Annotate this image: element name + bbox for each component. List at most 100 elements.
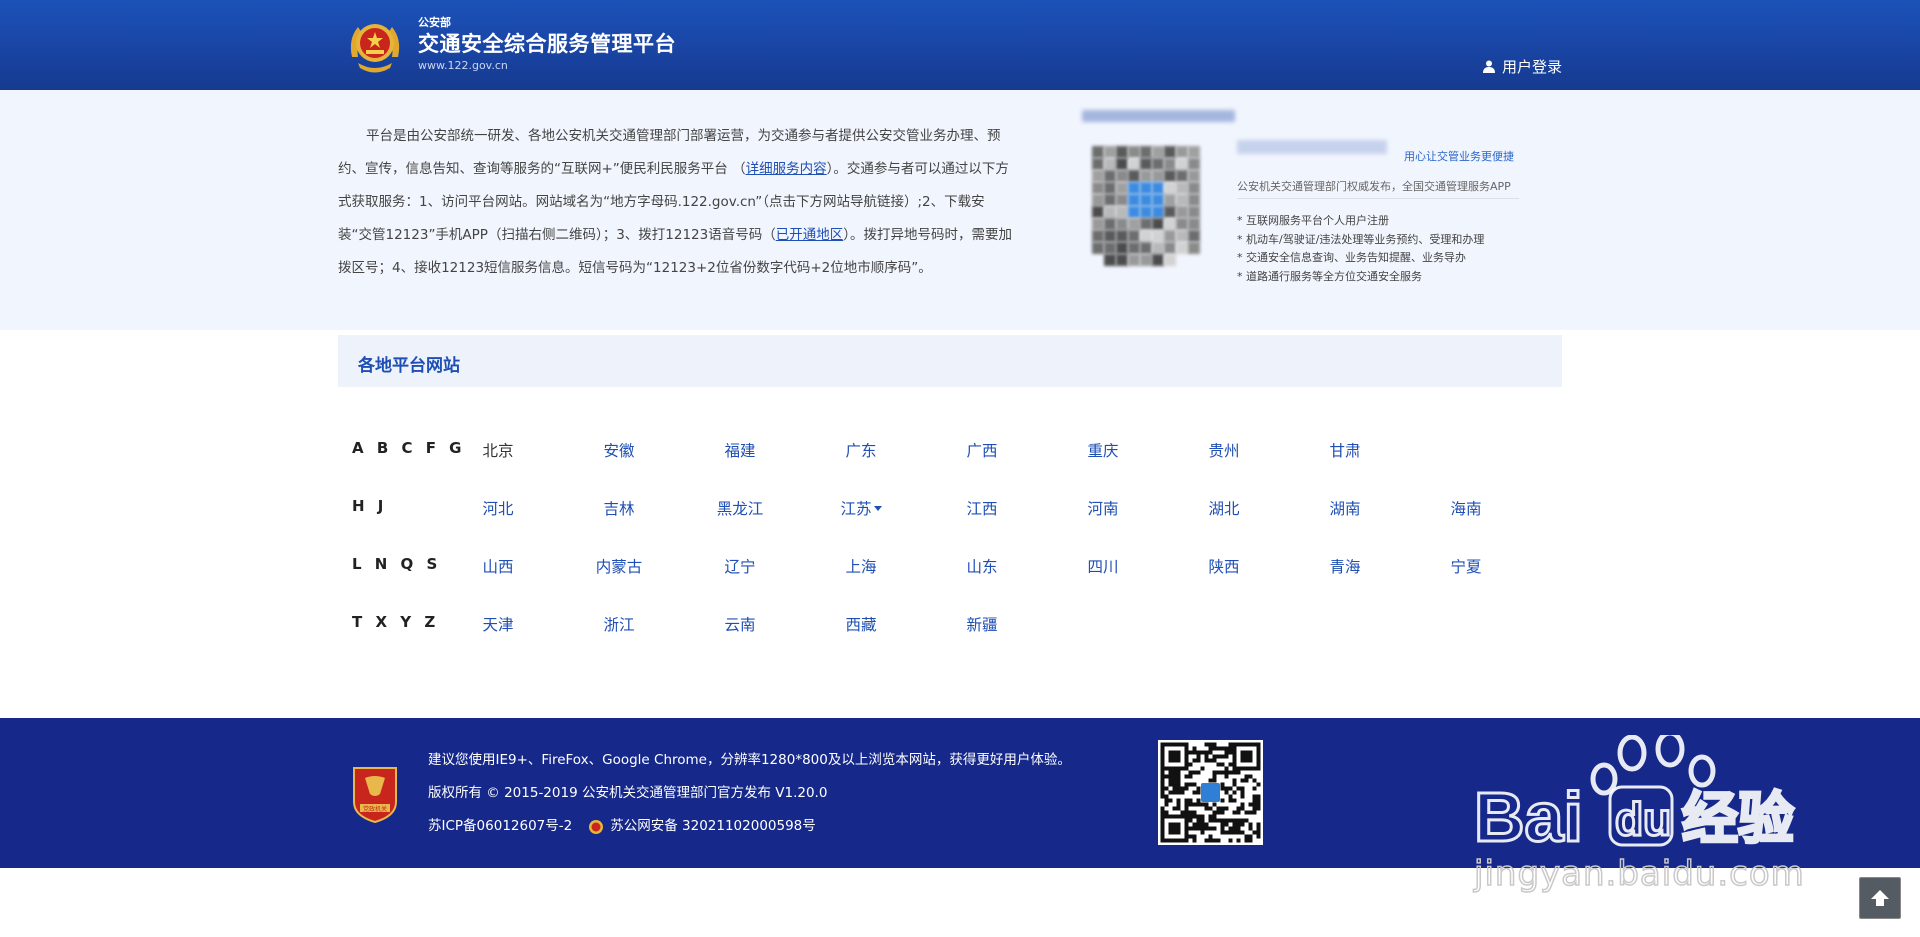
qr-module [1188,818,1193,823]
qr-module [1200,822,1205,827]
service-details-link[interactable]: 详细服务内容 [746,161,827,177]
qr-module [1212,810,1217,815]
qr-module [1176,790,1181,795]
province-link[interactable]: 北京 [458,439,538,461]
qr-module [1160,762,1165,767]
province-link[interactable]: 上海 [821,555,901,577]
province-link[interactable]: 黑龙江 [700,497,780,519]
qr-mosaic-cell [1104,218,1116,230]
qr-mosaic-cell [1164,170,1176,182]
qr-module [1208,814,1213,819]
province-label: 山西 [482,558,514,576]
qr-module [1240,818,1245,823]
qr-module [1172,806,1177,811]
qr-module [1168,814,1173,819]
province-link[interactable]: 云南 [700,613,780,635]
province-label: 江苏 [840,500,872,518]
qr-module [1216,754,1221,759]
province-link[interactable]: 宁夏 [1426,555,1506,577]
qr-module [1172,782,1177,787]
qr-module [1256,802,1261,807]
province-link[interactable]: 吉林 [579,497,659,519]
region-row: T X Y Z 天津 浙江 云南 西藏 新疆 [338,607,1562,637]
province-link[interactable]: 广西 [942,439,1022,461]
qr-mosaic-cell [1104,182,1116,194]
province-link[interactable]: 江西 [942,497,1022,519]
qr-mosaic-cell [1140,206,1152,218]
province-link[interactable]: 山西 [458,555,538,577]
province-link[interactable]: 甘肃 [1305,439,1385,461]
voice-regions-link[interactable]: 已开通地区 [776,227,844,243]
province-link[interactable]: 浙江 [579,613,659,635]
province-link[interactable]: 河北 [458,497,538,519]
province-link[interactable]: 安徽 [579,439,659,461]
province-link[interactable]: 湖南 [1305,497,1385,519]
qr-mosaic-cell [1128,194,1140,206]
qr-module [1172,786,1177,791]
qr-module [1224,818,1229,823]
region-letters: L N Q S [352,555,442,573]
qr-module [1224,770,1229,775]
province-link[interactable]: 天津 [458,613,538,635]
province-link[interactable]: 西藏 [821,613,901,635]
qr-module [1196,814,1201,819]
qr-module [1184,742,1189,747]
back-to-top-button[interactable] [1859,877,1901,919]
qr-module [1184,810,1189,815]
province-link[interactable]: 福建 [700,439,780,461]
qr-module [1196,802,1201,807]
qr-module [1228,838,1233,843]
qr-module [1172,790,1177,795]
police-record-link[interactable]: 苏公网安备 32021102000598号 [610,810,816,843]
qr-module [1168,838,1173,843]
qr-module [1244,750,1249,755]
province-link[interactable]: 新疆 [942,613,1022,635]
province-link[interactable]: 贵州 [1184,439,1264,461]
user-login-button[interactable]: 用户登录 [1482,56,1562,77]
qr-mosaic-cell [1128,206,1140,218]
province-link[interactable]: 陕西 [1184,555,1264,577]
qr-mosaic-cell [1152,194,1164,206]
province-link[interactable]: 河南 [1063,497,1143,519]
qr-mosaic-cell [1164,194,1176,206]
qr-module [1160,786,1165,791]
province-link[interactable]: 山东 [942,555,1022,577]
qr-module [1188,762,1193,767]
qr-module [1232,762,1237,767]
qr-module [1244,834,1249,839]
qr-module [1228,826,1233,831]
province-link[interactable]: 重庆 [1063,439,1143,461]
qr-module [1212,742,1217,747]
qr-module [1176,838,1181,843]
province-link[interactable]: 四川 [1063,555,1143,577]
qr-module [1208,818,1213,823]
province-link[interactable]: 广东 [821,439,901,461]
qr-module [1192,834,1197,839]
qr-module [1160,754,1165,759]
province-link[interactable]: 江苏 [821,497,901,519]
qr-module [1164,802,1169,807]
qr-mosaic-cell [1152,230,1164,242]
qr-module [1228,742,1233,747]
qr-mosaic-cell [1116,158,1128,170]
qr-module [1168,774,1173,779]
province-link[interactable]: 海南 [1426,497,1506,519]
qr-module [1160,758,1165,763]
qr-module [1208,742,1213,747]
qr-module [1164,766,1169,771]
intro-paragraph: 平台是由公安部统一研发、各地公安机关交通管理部门部署运营，为交通参与者提供公安交… [338,120,1014,285]
qr-module [1164,838,1169,843]
qr-module [1192,810,1197,815]
province-link[interactable]: 青海 [1305,555,1385,577]
qr-module [1192,782,1197,787]
province-link[interactable]: 内蒙古 [579,555,659,577]
qr-module [1220,762,1225,767]
icp-link[interactable]: 苏ICP备06012607号-2 [428,810,572,843]
province-link[interactable]: 辽宁 [700,555,780,577]
qr-module [1172,826,1177,831]
qr-module [1172,778,1177,783]
province-link[interactable]: 湖北 [1184,497,1264,519]
qr-module [1248,826,1253,831]
police-emblem-icon [350,24,400,73]
qr-module [1184,802,1189,807]
